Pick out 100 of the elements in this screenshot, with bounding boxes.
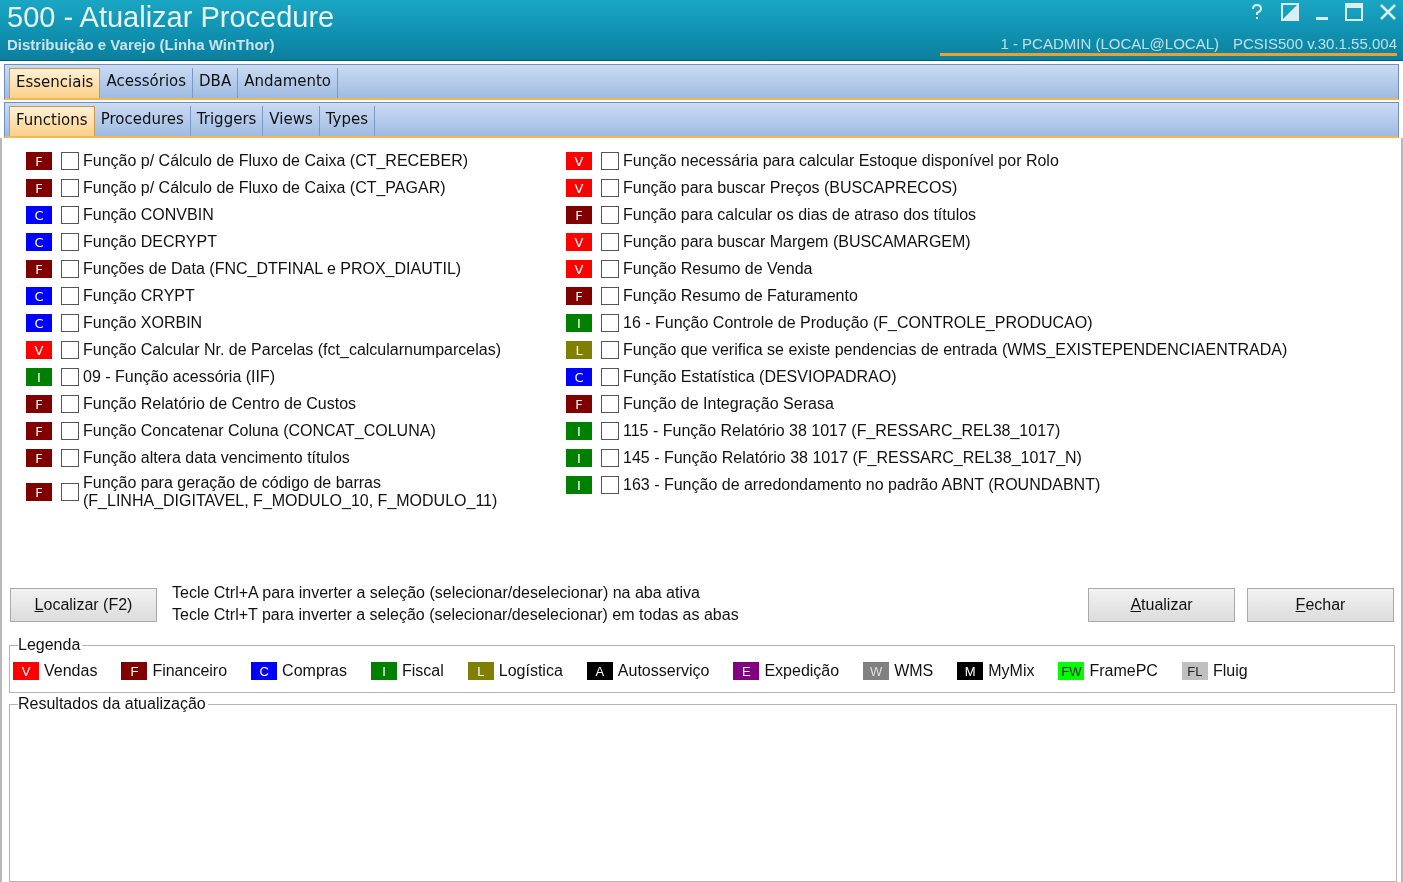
tab[interactable]: Types bbox=[319, 106, 376, 136]
category-badge: F bbox=[26, 449, 52, 467]
legend-badge: C bbox=[251, 662, 278, 680]
category-badge: V bbox=[566, 233, 592, 251]
maximize-icon[interactable] bbox=[1345, 3, 1363, 21]
checkbox[interactable] bbox=[601, 152, 619, 170]
function-label: Função Resumo de Faturamento bbox=[623, 287, 858, 305]
function-label: Função para buscar Preços (BUSCAPRECOS) bbox=[623, 179, 958, 197]
function-label: 115 - Função Relatório 38 1017 (F_RESSARC_REL38_1017) bbox=[623, 422, 1061, 440]
checkbox[interactable] bbox=[61, 368, 79, 386]
legend-badge: A bbox=[586, 662, 613, 680]
checkbox[interactable] bbox=[61, 206, 79, 224]
legend-label: Expedição bbox=[764, 662, 840, 680]
category-badge: C bbox=[26, 314, 52, 332]
checkbox[interactable] bbox=[601, 476, 619, 494]
results-title: Resultados da atualização bbox=[18, 695, 208, 713]
category-badge: C bbox=[26, 287, 52, 305]
legend-label: Fluig bbox=[1212, 662, 1248, 680]
function-label: Função que verifica se existe pendencias de entrada (WMS_EXISTEPENDENCIAENTRADA) bbox=[623, 341, 1288, 359]
checkbox[interactable] bbox=[601, 206, 619, 224]
checkbox[interactable] bbox=[601, 422, 619, 440]
checkbox[interactable] bbox=[601, 395, 619, 413]
function-label: Função Relatório de Centro de Custos bbox=[83, 395, 357, 413]
function-label: Função Estatística (DESVIOPADRAO) bbox=[623, 368, 897, 386]
function-label: Função CONVBIN bbox=[83, 206, 214, 224]
checkbox[interactable] bbox=[61, 449, 79, 467]
category-badge: I bbox=[566, 476, 592, 494]
tab[interactable]: Acessórios bbox=[100, 68, 194, 98]
function-label: 16 - Função Controle de Produção (F_CONTROLE_PRODUCAO) bbox=[623, 314, 1093, 332]
category-badge: C bbox=[26, 233, 52, 251]
checkbox[interactable] bbox=[601, 449, 619, 467]
legend-badge: L bbox=[467, 662, 494, 680]
tab[interactable]: Triggers bbox=[190, 106, 264, 136]
legend-badge: V bbox=[13, 662, 39, 680]
tab[interactable]: Views bbox=[263, 106, 320, 136]
category-badge: F bbox=[26, 152, 52, 170]
function-label: 163 - Função de arredondamento no padrão ABNT (ROUNDABNT) bbox=[623, 476, 1101, 494]
function-label: Função Resumo de Venda bbox=[623, 260, 813, 278]
legend-title: Legenda bbox=[18, 636, 83, 654]
function-label: Função para calcular os dias de atraso dos títulos bbox=[623, 206, 977, 224]
category-badge: I bbox=[566, 422, 592, 440]
legend-badge: M bbox=[957, 662, 984, 680]
checkbox[interactable] bbox=[601, 368, 619, 386]
checkbox[interactable] bbox=[61, 341, 79, 359]
legend-badge: FL bbox=[1181, 662, 1208, 680]
function-label: Função para buscar Margem (BUSCAMARGEM) bbox=[623, 233, 971, 251]
category-badge: C bbox=[26, 206, 52, 224]
close-button[interactable]: Fechar bbox=[1247, 588, 1394, 622]
legend-badge: I bbox=[371, 662, 397, 680]
update-button[interactable]: Atualizar bbox=[1088, 588, 1235, 622]
checkbox[interactable] bbox=[61, 314, 79, 332]
tab[interactable]: Andamento bbox=[238, 68, 339, 98]
checkbox[interactable] bbox=[61, 179, 79, 197]
category-badge: F bbox=[566, 206, 592, 224]
checkbox[interactable] bbox=[601, 314, 619, 332]
tab[interactable]: Procedures bbox=[94, 106, 191, 136]
checkbox[interactable] bbox=[61, 233, 79, 251]
category-badge: I bbox=[566, 314, 592, 332]
function-label: Função p/ Cálculo de Fluxo de Caixa (CT_RECEBER) bbox=[83, 152, 469, 170]
checkbox[interactable] bbox=[61, 395, 79, 413]
checkbox[interactable] bbox=[61, 260, 79, 278]
function-label: Função para geração de código de barras (F_LINHA_DIGITAVEL, F_MODULO_10, F_MODULO_11) bbox=[83, 474, 499, 510]
tab[interactable]: DBA bbox=[193, 68, 239, 98]
function-label: Função p/ Cálculo de Fluxo de Caixa (CT_PAGAR) bbox=[83, 179, 446, 197]
function-label: Função XORBIN bbox=[83, 314, 203, 332]
function-label: Função CRYPT bbox=[83, 287, 195, 305]
close-icon[interactable] bbox=[1379, 3, 1397, 21]
category-badge: F bbox=[566, 395, 592, 413]
category-badge: C bbox=[566, 368, 592, 386]
legend-label: Vendas bbox=[44, 662, 98, 680]
function-label: Função DECRYPT bbox=[83, 233, 217, 251]
checkbox[interactable] bbox=[601, 233, 619, 251]
function-label: 09 - Função acessória (IIF) bbox=[83, 368, 276, 386]
tab[interactable]: Functions bbox=[9, 106, 95, 136]
category-badge: F bbox=[26, 260, 52, 278]
checkbox[interactable] bbox=[601, 260, 619, 278]
function-label: Função altera data vencimento títulos bbox=[83, 449, 350, 467]
function-label: Função Concatenar Coluna (CONCAT_COLUNA) bbox=[83, 422, 436, 440]
restore-icon[interactable] bbox=[1281, 3, 1299, 21]
shortcut-hint: Tecle Ctrl+A para inverter a seleção (selecionar/deselecionar) na aba ativa bbox=[172, 584, 701, 602]
legend-label: MyMix bbox=[988, 662, 1035, 680]
tab[interactable]: Essenciais bbox=[9, 68, 101, 98]
checkbox[interactable] bbox=[61, 152, 79, 170]
checkbox[interactable] bbox=[61, 287, 79, 305]
legend-label: Financeiro bbox=[152, 662, 228, 680]
category-badge: I bbox=[26, 368, 52, 386]
checkbox[interactable] bbox=[601, 341, 619, 359]
category-badge: F bbox=[566, 287, 592, 305]
checkbox[interactable] bbox=[601, 179, 619, 197]
find-button[interactable]: Localizar (F2) bbox=[10, 588, 157, 622]
function-label: Função de Integração Serasa bbox=[623, 395, 834, 413]
legend-label: Logística bbox=[498, 662, 563, 680]
shortcut-hint: Tecle Ctrl+T para inverter a seleção (selecionar/deselecionar) em todas as abas bbox=[172, 606, 739, 624]
window-title: 500 - Atualizar Procedure bbox=[7, 0, 335, 34]
legend-badge: W bbox=[863, 662, 890, 680]
legend-badge: F bbox=[121, 662, 148, 680]
help-icon[interactable] bbox=[1249, 3, 1265, 21]
checkbox[interactable] bbox=[601, 287, 619, 305]
checkbox[interactable] bbox=[61, 483, 79, 501]
checkbox[interactable] bbox=[61, 422, 79, 440]
